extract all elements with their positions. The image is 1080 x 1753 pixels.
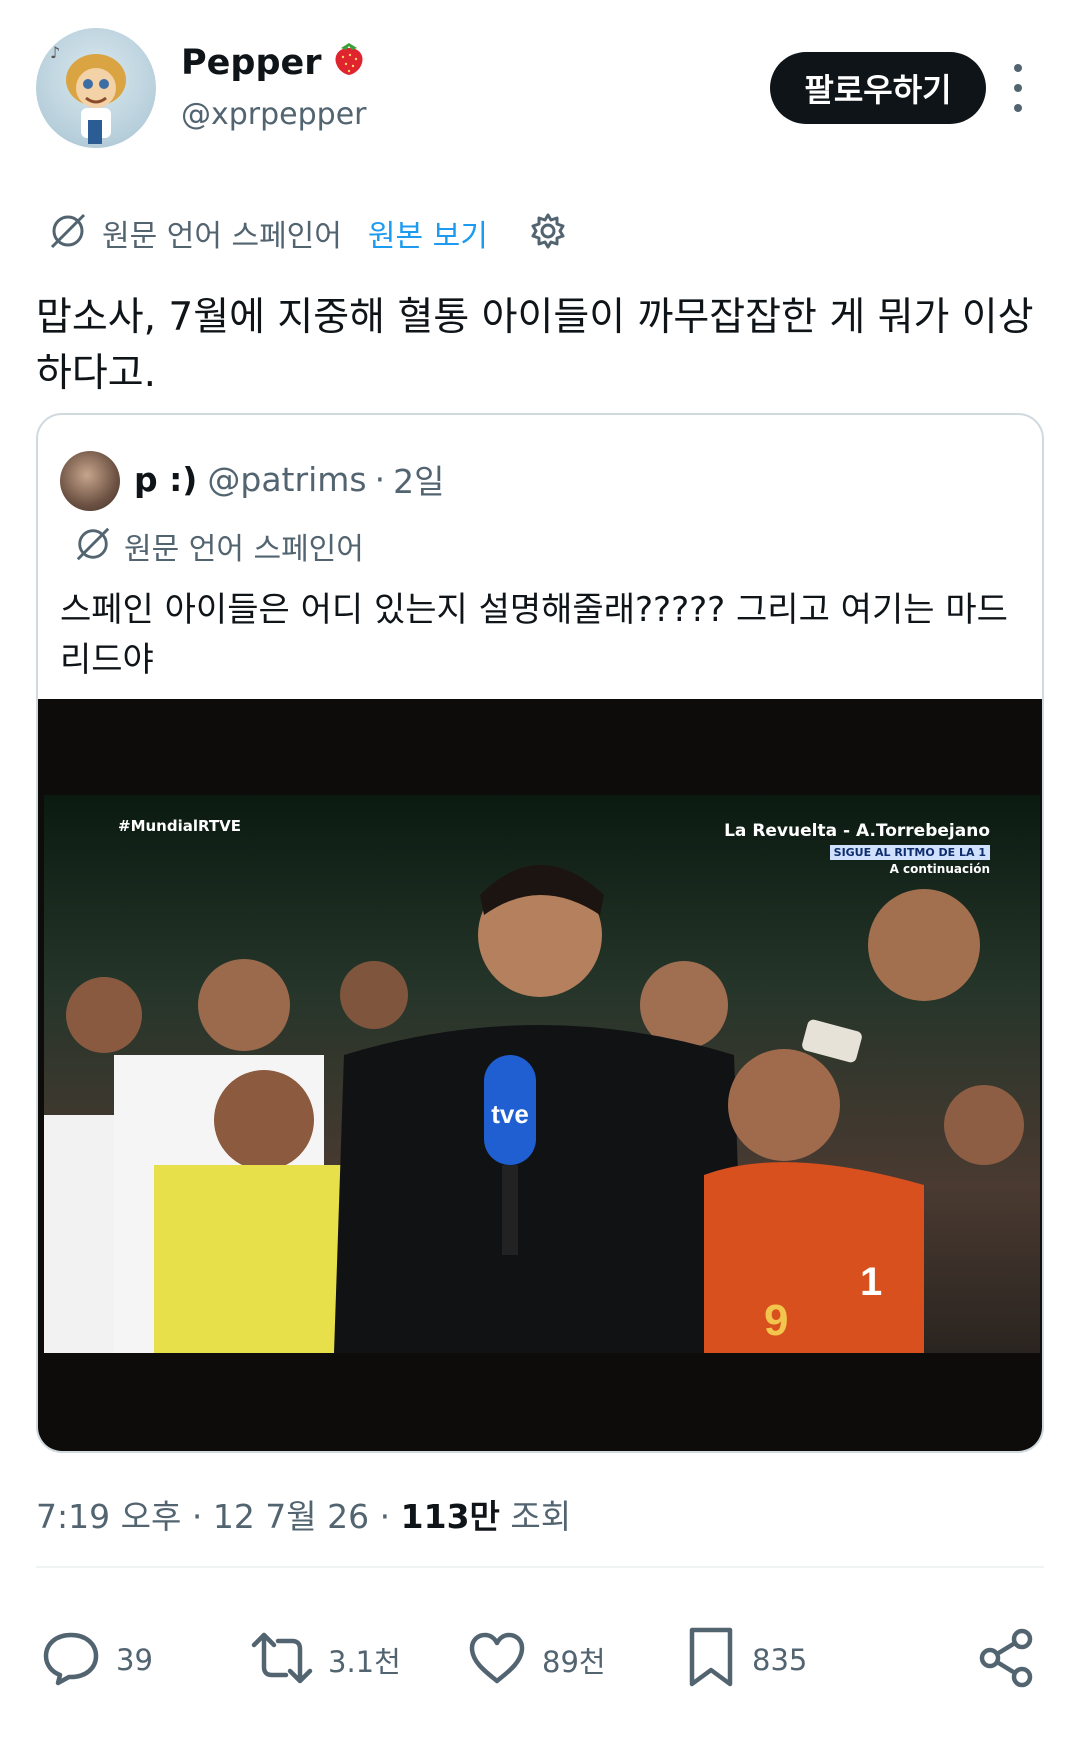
repost-button[interactable]: 3.1천: [250, 1620, 401, 1700]
tv-show-sub: SIGUE AL RITMO DE LA 1: [829, 845, 990, 860]
quote-header: p :) @patrims · 2일: [134, 455, 444, 503]
divider: [36, 1566, 1044, 1568]
reply-icon: [40, 1627, 102, 1693]
tv-show-next: A continuación: [889, 862, 990, 876]
bookmark-icon: [684, 1626, 738, 1694]
gear-icon[interactable]: [528, 211, 568, 255]
translate-icon: [48, 211, 88, 255]
translation-bar: 원문 언어 스페인어 원본 보기: [48, 208, 568, 258]
bookmark-count: 835: [752, 1643, 808, 1677]
views-count: 113만: [400, 1497, 500, 1536]
author-name-text: Pepper: [181, 42, 322, 83]
follow-button[interactable]: 팔로우하기: [770, 52, 986, 124]
quote-separator: ·: [374, 459, 386, 499]
tweet-date[interactable]: 12 7월 26: [213, 1497, 369, 1536]
quote-text: 스페인 아이들은 어디 있는지 설명해줄래????? 그리고 여기는 마드리드야: [60, 590, 1008, 680]
bookmark-button[interactable]: 835: [684, 1620, 807, 1700]
tweet-meta: 7:19 오후 · 12 7월 26 · 113만 조회: [36, 1490, 571, 1538]
quote-author-avatar[interactable]: [60, 451, 120, 511]
author-avatar[interactable]: ♪: [36, 28, 156, 148]
author-display-name[interactable]: Pepper: [181, 40, 366, 85]
meta-separator: ·: [191, 1497, 203, 1536]
heart-icon: [466, 1627, 528, 1693]
reply-count: 39: [116, 1643, 153, 1677]
repost-icon: [250, 1627, 314, 1693]
svg-text:9: 9: [764, 1296, 788, 1345]
crowd-scene-illustration: tve 1 9: [44, 795, 1040, 1353]
tv-show-title: La Revuelta - A.Torrebejano: [724, 821, 990, 841]
tv-hashtag: #MundialRTVE: [118, 817, 241, 835]
views-label: 조회: [510, 1497, 572, 1536]
svg-text:♪: ♪: [50, 43, 60, 62]
meta-separator: ·: [379, 1497, 391, 1536]
share-icon: [976, 1627, 1038, 1693]
quote-time[interactable]: 2일: [393, 455, 444, 503]
quote-translation-bar: 원문 언어 스페인어: [74, 523, 364, 569]
reply-button[interactable]: 39: [40, 1620, 153, 1700]
show-original-link[interactable]: 원본 보기: [368, 211, 488, 255]
strawberry-icon: [332, 40, 366, 85]
share-button[interactable]: [976, 1620, 1038, 1700]
author-handle[interactable]: @xprpepper: [181, 97, 367, 132]
like-button[interactable]: 89천: [466, 1620, 606, 1700]
original-language-label: 원문 언어 스페인어: [102, 219, 342, 254]
translate-icon: [74, 525, 112, 567]
quote-author-handle[interactable]: @patrims: [207, 460, 366, 499]
jersey-number: 1: [860, 1260, 882, 1304]
repost-count: 3.1천: [328, 1645, 401, 1679]
mic-logo-text: tve: [491, 1099, 529, 1129]
quote-media-image[interactable]: tve 1 9 #MundialRTVE La Revuelta - A.Tor…: [38, 699, 1042, 1451]
tv-broadcast-frame: tve 1 9 #MundialRTVE La Revuelta - A.Tor…: [44, 795, 1040, 1353]
like-count: 89천: [542, 1645, 606, 1679]
action-bar: 39 3.1천 89천 835: [36, 1620, 1044, 1700]
more-options-icon[interactable]: [1006, 64, 1030, 112]
quote-author-name[interactable]: p :): [134, 460, 197, 499]
tweet-text: 맙소사, 7월에 지중해 혈통 아이들이 까무잡잡한 게 뭐가 이상하다고.: [36, 295, 1034, 396]
quote-original-language-label: 원문 언어 스페인어: [124, 532, 364, 567]
tweet-time[interactable]: 7:19 오후: [36, 1497, 181, 1536]
tv-show-graphic: La Revuelta - A.Torrebejano SIGUE AL RIT…: [724, 821, 990, 876]
quoted-tweet-card[interactable]: p :) @patrims · 2일 원문 언어 스페인어 스페인 아이들은 어…: [36, 413, 1044, 1453]
